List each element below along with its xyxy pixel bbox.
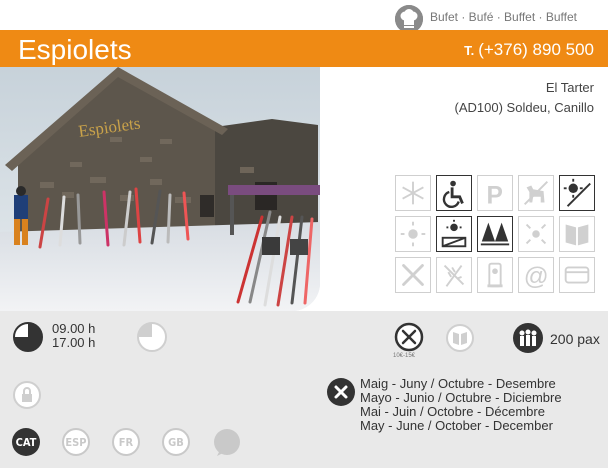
season-ca: Maig - Juny / Octubre - Desembre <box>360 376 556 391</box>
menu-book-circle-icon <box>445 323 475 358</box>
hours-close: 17.00 h <box>52 335 96 350</box>
address-line-1: El Tarter <box>545 80 594 95</box>
pets-icon <box>518 175 554 211</box>
at-sign-icon: @ <box>518 257 554 293</box>
cutlery-icon <box>395 257 431 293</box>
wheat-icon <box>436 257 472 293</box>
credit-card-icon <box>559 257 595 293</box>
chef-hat-icon <box>395 5 423 33</box>
season-fr: Mai - Juin / Octobre - Décembre <box>360 404 545 419</box>
clock-icon <box>12 321 44 358</box>
snowflake-icon <box>395 175 431 211</box>
category-label: Bufet · Bufé · Buffet · Buffet <box>430 10 577 24</box>
phone-number: (+376) 890 500 <box>478 40 594 59</box>
hours: 09.00 h 17.00 h <box>52 322 95 350</box>
season-es: Mayo - Junio / Octubre - Diciembre <box>360 390 562 405</box>
forest-icon <box>477 216 513 252</box>
hours-open: 09.00 h <box>52 321 96 336</box>
language-cat[interactable]: CAT <box>12 428 40 456</box>
menu-price-icon <box>394 322 424 357</box>
menu-price: 10€-15€ <box>393 353 416 359</box>
people-icon <box>512 322 544 359</box>
svg-text:P: P <box>487 182 503 209</box>
sun-no-icon <box>559 175 595 211</box>
clock-second-icon <box>136 321 168 358</box>
lock-icon <box>12 380 42 415</box>
wheelchair-icon <box>436 175 472 211</box>
parking-icon: P <box>477 175 513 211</box>
sun-outline-icon <box>395 216 431 252</box>
language-fr[interactable]: FR <box>112 428 140 456</box>
svg-text:@: @ <box>524 263 549 290</box>
capacity: 200 pax <box>550 331 600 347</box>
vending-icon <box>477 257 513 293</box>
closed-season-icon <box>326 377 356 412</box>
phone-label: T. <box>464 43 475 58</box>
menu-book-icon <box>559 216 595 252</box>
phone[interactable]: T. (+376) 890 500 <box>464 40 594 60</box>
language-esp[interactable]: ESP <box>62 428 90 456</box>
sun-inside-icon <box>518 216 554 252</box>
language-gb[interactable]: GB <box>162 428 190 456</box>
address-line-2: (AD100) Soldeu, Canillo <box>454 100 594 115</box>
closed-season: Maig - Juny / Octubre - Desembre Mayo - … <box>360 377 562 433</box>
restaurant-title: Espiolets <box>18 34 132 65</box>
terrace-sun-icon <box>436 216 472 252</box>
restaurant-photo: Espiolets <box>0 67 320 311</box>
season-en: May - June / October - December <box>360 418 553 433</box>
speech-bubble-icon[interactable] <box>212 428 242 463</box>
